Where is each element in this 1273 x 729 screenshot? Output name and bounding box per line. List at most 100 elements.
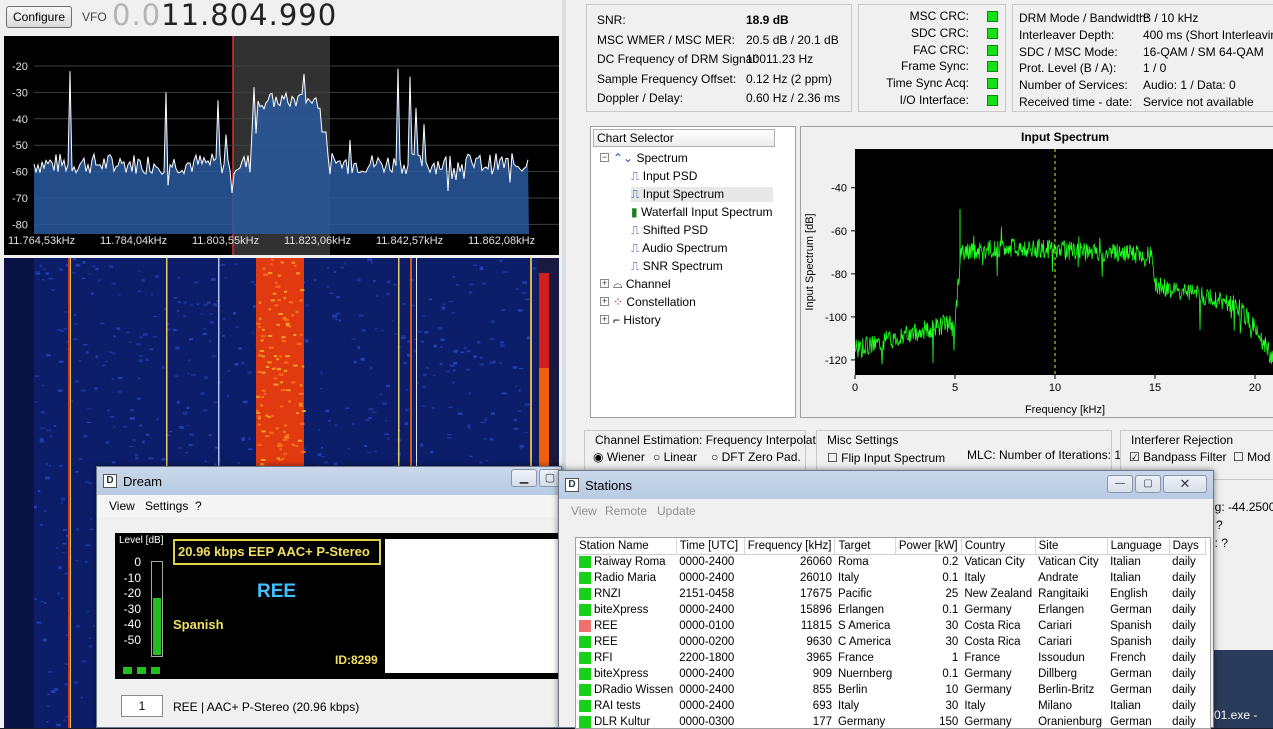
- menu-view[interactable]: View: [571, 504, 597, 518]
- station-status-icon: [579, 588, 591, 600]
- table-cell: REE: [594, 636, 618, 648]
- crc-label: FAC CRC:: [913, 43, 969, 57]
- table-cell: 0000-2400: [679, 604, 734, 616]
- collapse-icon[interactable]: −: [600, 153, 609, 162]
- level-bar: [153, 598, 161, 655]
- maximize-button[interactable]: ▢: [1135, 475, 1161, 493]
- dream-titlebar[interactable]: DDream: [97, 467, 561, 495]
- tree-item-waterfall-input-spectrum[interactable]: ▮ Waterfall Input Spectrum: [631, 205, 773, 219]
- table-cell: 0000-2400: [676, 570, 744, 586]
- table-row[interactable]: RAI tests0000-2400693Italy30ItalyMilanoI…: [576, 698, 1205, 714]
- taskbar-item[interactable]: 01.exe -: [1214, 708, 1257, 722]
- minimize-button[interactable]: ▁: [511, 469, 537, 487]
- column-header[interactable]: Country: [961, 538, 1035, 554]
- table-cell: Italian: [1107, 698, 1169, 714]
- tree-item-audio-spectrum[interactable]: ⎍ Audio Spectrum: [631, 241, 727, 256]
- linear-radio[interactable]: ○ Linear: [653, 450, 697, 464]
- table-cell: German: [1110, 604, 1152, 616]
- table-cell: New Zealand: [961, 586, 1035, 602]
- chart-selector-header[interactable]: Chart Selector: [593, 129, 775, 147]
- text-message-box: [385, 539, 561, 673]
- x-tick-label: 11.862,08kHz: [468, 235, 535, 247]
- tree-spectrum[interactable]: ⌃⌄ Spectrum: [613, 151, 688, 165]
- menu-remote[interactable]: Remote: [605, 504, 647, 518]
- spectrum-icon: ⌃⌄: [613, 151, 633, 165]
- column-header[interactable]: Days: [1169, 538, 1205, 554]
- table-row[interactable]: DLR Kultur0000-0300177Germany150GermanyO…: [576, 714, 1205, 729]
- table-cell: German: [1110, 716, 1152, 728]
- tree-history[interactable]: ⌐ History: [613, 313, 661, 327]
- configure-button[interactable]: Configure: [6, 6, 72, 28]
- table-cell: 30: [895, 698, 961, 714]
- menu-update[interactable]: Update: [657, 504, 696, 518]
- minimize-button[interactable]: —: [1107, 475, 1133, 493]
- tree-item-shifted-psd[interactable]: ⎍ Shifted PSD: [631, 223, 708, 238]
- tree-item-snr-spectrum[interactable]: ⎍ SNR Spectrum: [631, 259, 723, 274]
- tree-item-label: Shifted PSD: [643, 223, 708, 237]
- table-cell: Cariari: [1038, 636, 1072, 648]
- param-value: B / 10 kHz: [1143, 11, 1198, 25]
- stations-table-container[interactable]: Station NameTime [UTC]Frequency [kHz]Tar…: [575, 537, 1211, 729]
- table-cell: daily: [1172, 716, 1196, 728]
- table-cell: 10: [895, 682, 961, 698]
- chart-type-icon: ⎍: [631, 241, 642, 255]
- y-tick-label: -100: [825, 312, 847, 324]
- tree-item-input-spectrum[interactable]: ⎍ Input Spectrum: [631, 187, 773, 202]
- dream-app-icon: D: [103, 474, 117, 488]
- table-cell: Raiway Roma: [594, 556, 666, 568]
- column-header[interactable]: Site: [1035, 538, 1107, 554]
- table-row[interactable]: RFI2200-18003965France1FranceIssoudunFre…: [576, 650, 1205, 666]
- menu-settings[interactable]: Settings: [145, 499, 188, 513]
- spectrum-analyzer[interactable]: -20-30-40-50-60-70-8011.764,53kHz11.784,…: [4, 36, 559, 255]
- close-button[interactable]: ✕: [1163, 475, 1207, 493]
- tree-item-input-psd[interactable]: ⎍ Input PSD: [631, 169, 697, 184]
- table-row[interactable]: REE0000-02009630C America30Costa RicaCar…: [576, 634, 1205, 650]
- table-cell: 3965: [806, 652, 832, 664]
- table-row[interactable]: biteXpress0000-2400909Nuernberg0.1German…: [576, 666, 1205, 682]
- flip-spectrum-checkbox[interactable]: ☐ Flip Input Spectrum: [827, 451, 945, 465]
- table-cell: Italian: [1107, 570, 1169, 586]
- menu-view[interactable]: View: [109, 499, 135, 513]
- tree-channel[interactable]: ⌓ Channel: [613, 277, 671, 292]
- crc-label: MSC CRC:: [910, 9, 969, 23]
- table-row[interactable]: DRadio Wissen0000-2400855Berlin10Germany…: [576, 682, 1205, 698]
- service-id-label: ID:8299: [335, 653, 378, 667]
- vfo-frequency-display[interactable]: 0.011.804.990: [112, 0, 337, 32]
- service-number-button[interactable]: 1: [121, 695, 163, 717]
- table-row[interactable]: RNZI2151-045817675Pacific25New ZealandRa…: [576, 586, 1205, 602]
- table-row[interactable]: Raiway Roma0000-240026060Roma0.2Vatican …: [576, 554, 1205, 570]
- table-cell: 0.1: [942, 572, 958, 584]
- bandpass-checkbox[interactable]: ☑ Bandpass Filter: [1129, 450, 1226, 464]
- table-cell: daily: [1172, 684, 1196, 696]
- sdr-toolbar: Configure VFO 0.011.804.990: [0, 0, 562, 34]
- checkbox-checked-icon: ☑: [1129, 450, 1140, 464]
- table-cell: Nuernberg: [835, 666, 895, 682]
- chart-selector-tree[interactable]: Chart Selector − ⌃⌄ Spectrum ⎍ Input PSD…: [590, 126, 796, 418]
- table-cell: Spanish: [1110, 636, 1152, 648]
- table-cell: 0000-2400: [679, 572, 734, 584]
- column-header[interactable]: Language: [1107, 538, 1169, 554]
- expand-icon[interactable]: +: [600, 279, 609, 288]
- expand-icon[interactable]: +: [600, 315, 609, 324]
- dft-radio[interactable]: ○ DFT Zero Pad.: [711, 450, 801, 464]
- table-cell: 0000-0200: [679, 636, 734, 648]
- mod-checkbox[interactable]: ☐ Mod: [1233, 450, 1270, 464]
- column-header[interactable]: Target: [835, 538, 895, 554]
- tree-constellation[interactable]: ⁘ Constellation: [613, 295, 696, 309]
- service-label[interactable]: REE | AAC+ P-Stereo (20.96 kbps): [173, 700, 359, 714]
- status-value: 0.60 Hz / 2.36 ms: [746, 91, 840, 105]
- column-header[interactable]: Time [UTC]: [676, 538, 744, 554]
- column-header[interactable]: Frequency [kHz]: [744, 538, 835, 554]
- table-row[interactable]: Radio Maria0000-240026010Italy0.1ItalyAn…: [576, 570, 1205, 586]
- menu-help[interactable]: ?: [195, 499, 202, 513]
- table-cell: RFI: [594, 652, 613, 664]
- table-row[interactable]: biteXpress0000-240015896Erlangen0.1Germa…: [576, 602, 1205, 618]
- column-header[interactable]: Station Name: [576, 538, 676, 554]
- y-tick-label: -50: [12, 140, 28, 152]
- wiener-radio[interactable]: ◉ Wiener: [593, 450, 645, 464]
- table-row[interactable]: REE0000-010011815S America30Costa RicaCa…: [576, 618, 1205, 634]
- table-cell: daily: [1169, 682, 1205, 698]
- expand-icon[interactable]: +: [600, 297, 609, 306]
- table-cell: DLR Kultur: [576, 714, 676, 729]
- column-header[interactable]: Power [kW]: [895, 538, 961, 554]
